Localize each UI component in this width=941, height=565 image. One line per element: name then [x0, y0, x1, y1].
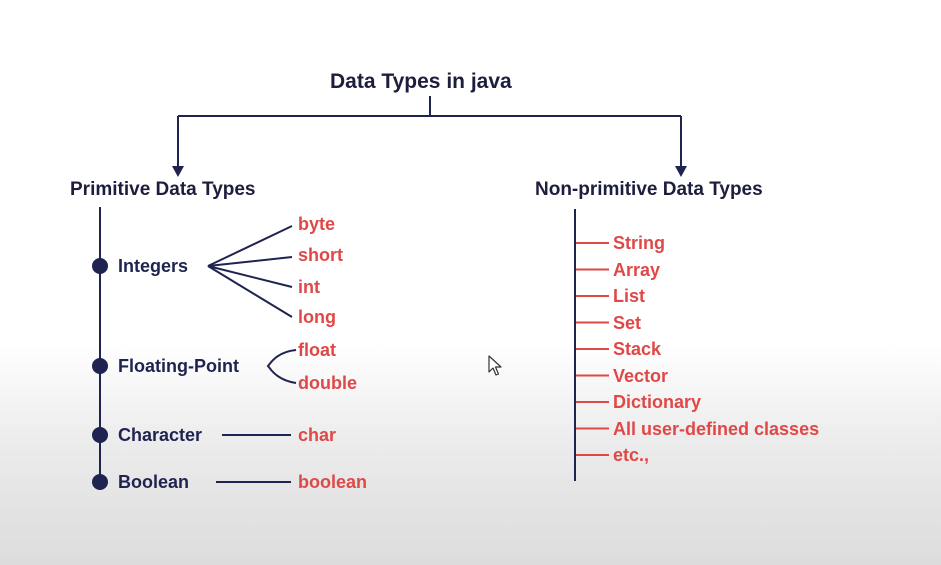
type-double: double [298, 373, 357, 393]
non-primitive-type: etc., [613, 445, 650, 465]
diagram-title: Data Types in java [330, 70, 512, 93]
non-primitive-type: Dictionary [613, 392, 702, 412]
category-integers: Integers [118, 256, 189, 276]
connector-integers-byte [207, 225, 293, 267]
type-char: char [298, 425, 337, 445]
data-types-diagram: Data Types in java Primitive Data Types … [0, 0, 941, 565]
type-int: int [298, 277, 320, 297]
type-float: float [298, 340, 336, 360]
non-primitive-type: List [613, 286, 646, 306]
bullet-character [92, 427, 108, 443]
non-primitive-type: Stack [613, 339, 662, 359]
bullet-floating-point [92, 358, 108, 374]
connector-integers-int [207, 265, 293, 288]
category-character: Character [118, 425, 203, 445]
non-primitive-heading: Non-primitive Data Types [535, 179, 763, 200]
type-short: short [298, 245, 343, 265]
connector-floating-point-brace [266, 349, 297, 384]
type-boolean: boolean [298, 472, 368, 492]
type-long: long [298, 307, 336, 327]
mouse-pointer-icon [488, 355, 502, 376]
arrow-head-right [675, 166, 687, 177]
connector-integers-long [207, 265, 293, 318]
non-primitive-type: Vector [613, 365, 669, 386]
type-byte: byte [298, 214, 336, 234]
connector-integers-short [207, 256, 293, 267]
bullet-integers [92, 258, 108, 274]
non-primitive-type: String [613, 233, 665, 253]
category-floating-point: Floating-Point [118, 356, 239, 376]
non-primitive-type: All user-defined classes [613, 418, 820, 439]
primitive-heading: Primitive Data Types [70, 179, 256, 200]
arrow-head-left [172, 166, 184, 177]
bullet-boolean [92, 474, 108, 490]
non-primitive-type: Set [613, 312, 642, 333]
category-boolean: Boolean [118, 472, 190, 492]
non-primitive-type: Array [613, 259, 661, 280]
